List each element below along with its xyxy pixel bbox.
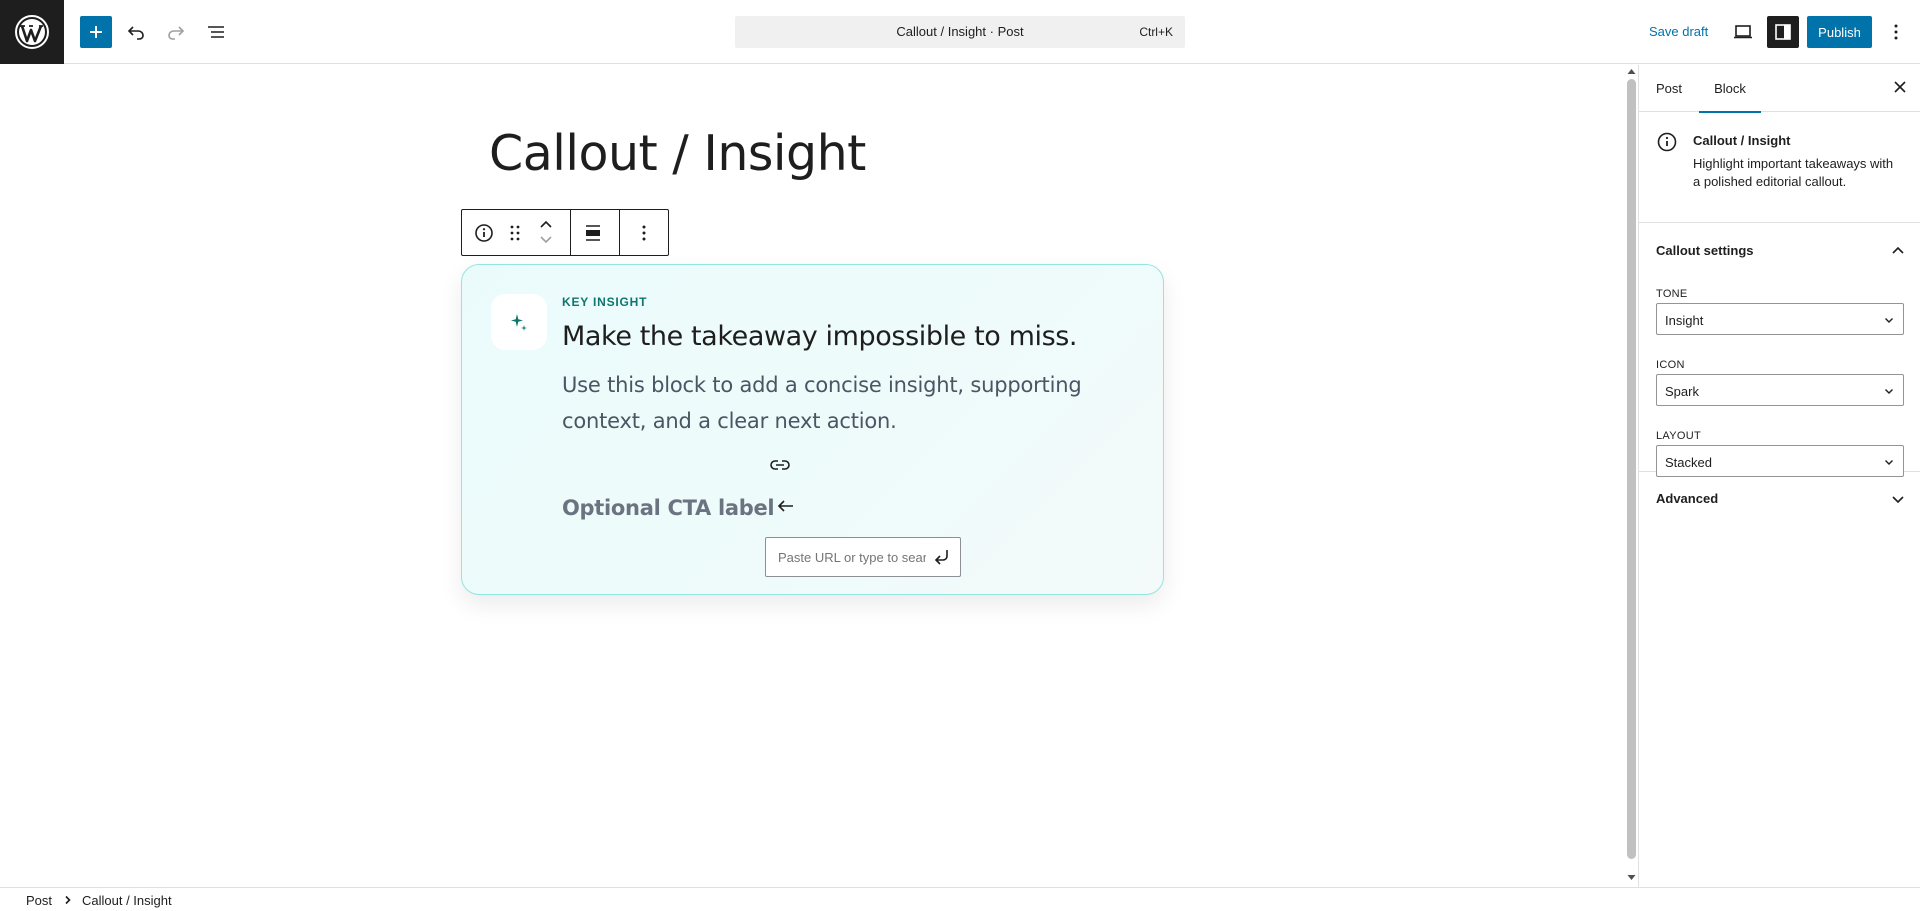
- callout-insight-block[interactable]: KEY INSIGHT Make the takeaway impossible…: [461, 264, 1164, 595]
- icon-value: Spark: [1665, 384, 1699, 399]
- preview-button[interactable]: [1727, 16, 1759, 48]
- tone-value: Insight: [1665, 313, 1704, 328]
- settings-sidebar: Post Block Callout / Insight Highlight i…: [1638, 65, 1920, 887]
- desktop-icon: [1734, 25, 1752, 39]
- vertical-ellipsis-icon: [642, 225, 646, 241]
- callout-body-text[interactable]: Use this block to add a concise insight,…: [562, 367, 1082, 439]
- redo-button[interactable]: [160, 16, 192, 48]
- block-info-button[interactable]: [474, 223, 494, 243]
- chevron-down-icon: [1885, 318, 1893, 323]
- settings-sidebar-toggle[interactable]: [1767, 16, 1799, 48]
- tab-post[interactable]: Post: [1643, 65, 1695, 112]
- options-menu-button[interactable]: [1880, 16, 1912, 48]
- canvas-scrollbar[interactable]: [1624, 65, 1638, 887]
- arrow-left-icon: [777, 500, 793, 512]
- callout-settings-panel: Callout settings TONE Insight ICON Spark…: [1639, 224, 1920, 477]
- tab-block[interactable]: Block: [1699, 65, 1761, 113]
- post-title[interactable]: Callout / Insight: [489, 125, 866, 182]
- move-down-button[interactable]: [538, 234, 554, 246]
- spark-icon: [511, 314, 527, 331]
- vertical-ellipsis-icon: [1894, 24, 1898, 40]
- drag-handle[interactable]: [510, 225, 520, 241]
- document-title: Callout / Insight · Post: [896, 24, 1024, 39]
- callout-eyebrow[interactable]: KEY INSIGHT: [562, 295, 647, 309]
- close-sidebar-button[interactable]: [1890, 77, 1910, 97]
- link-icon: [770, 460, 790, 470]
- breadcrumb-current-block[interactable]: Callout / Insight: [82, 893, 172, 908]
- publish-button[interactable]: Publish: [1807, 16, 1872, 48]
- chevron-down-icon: [1885, 460, 1893, 465]
- scrollbar-thumb[interactable]: [1627, 79, 1636, 859]
- info-icon: [475, 224, 493, 242]
- cta-label[interactable]: Optional CTA label: [562, 496, 775, 520]
- document-overview-button[interactable]: [200, 16, 232, 48]
- chevron-down-icon: [540, 236, 552, 244]
- wordpress-logo-icon: [15, 15, 49, 49]
- tone-label: TONE: [1656, 288, 1688, 300]
- list-view-icon: [208, 26, 224, 38]
- sidebar-tabs: Post Block: [1639, 65, 1920, 113]
- chevron-down-icon: [1885, 389, 1893, 394]
- command-palette-bar[interactable]: Callout / Insight · Post Ctrl+K: [735, 16, 1185, 48]
- link-button[interactable]: [769, 458, 791, 472]
- layout-label: LAYOUT: [1656, 430, 1701, 442]
- toolbar-divider: [570, 210, 571, 255]
- shortcut-hint: Ctrl+K: [1139, 25, 1173, 39]
- block-card-description: Highlight important takeaways with a pol…: [1693, 156, 1894, 189]
- callout-icon-badge: [491, 294, 547, 350]
- align-button[interactable]: [583, 223, 603, 243]
- advanced-panel-title[interactable]: Advanced: [1656, 491, 1718, 506]
- add-block-button[interactable]: [80, 16, 112, 48]
- panel-title[interactable]: Callout settings: [1656, 243, 1754, 258]
- icon-select[interactable]: Spark: [1656, 374, 1904, 406]
- chevron-right-icon: [65, 895, 71, 905]
- callout-heading[interactable]: Make the takeaway impossible to miss.: [562, 321, 1077, 352]
- block-card-title: Callout / Insight: [1693, 133, 1791, 148]
- drag-handle-icon: [510, 225, 520, 241]
- icon-label: ICON: [1656, 359, 1685, 371]
- chevron-up-icon[interactable]: [1890, 243, 1906, 259]
- undo-icon: [127, 26, 144, 40]
- advanced-panel[interactable]: Advanced: [1639, 473, 1920, 523]
- block-breadcrumb-bar: Post Callout / Insight: [0, 887, 1920, 911]
- undo-button[interactable]: [120, 16, 152, 48]
- close-icon: [1894, 81, 1906, 93]
- wordpress-logo-button[interactable]: [0, 0, 64, 64]
- link-back-button[interactable]: [776, 498, 796, 514]
- url-submit-button[interactable]: [932, 547, 952, 567]
- breadcrumb-post[interactable]: Post: [26, 893, 52, 908]
- enter-icon: [934, 550, 948, 565]
- redo-icon: [168, 26, 185, 40]
- align-wide-icon: [586, 225, 600, 241]
- scroll-up-arrow-icon[interactable]: [1627, 68, 1636, 75]
- move-up-button[interactable]: [538, 218, 554, 230]
- scroll-down-arrow-icon[interactable]: [1627, 874, 1636, 881]
- editor-canvas[interactable]: Callout / Insight KEY INSIGHT Make the t…: [0, 65, 1638, 887]
- chevron-up-icon: [540, 220, 552, 228]
- url-search-input[interactable]: [766, 538, 926, 576]
- toolbar-divider: [619, 210, 620, 255]
- link-url-control: [765, 537, 961, 577]
- info-icon: [1657, 132, 1677, 152]
- editor-header: Callout / Insight · Post Ctrl+K Save dra…: [0, 0, 1920, 64]
- block-options-button[interactable]: [642, 225, 646, 241]
- tone-select[interactable]: Insight: [1656, 303, 1904, 335]
- sidebar-toggle-icon: [1775, 24, 1791, 40]
- save-draft-button[interactable]: Save draft: [1649, 24, 1708, 39]
- layout-value: Stacked: [1665, 455, 1712, 470]
- chevron-down-icon[interactable]: [1890, 491, 1906, 507]
- plus-icon: [90, 26, 102, 38]
- block-card: Callout / Insight Highlight important ta…: [1639, 113, 1920, 223]
- block-toolbar: [461, 209, 669, 256]
